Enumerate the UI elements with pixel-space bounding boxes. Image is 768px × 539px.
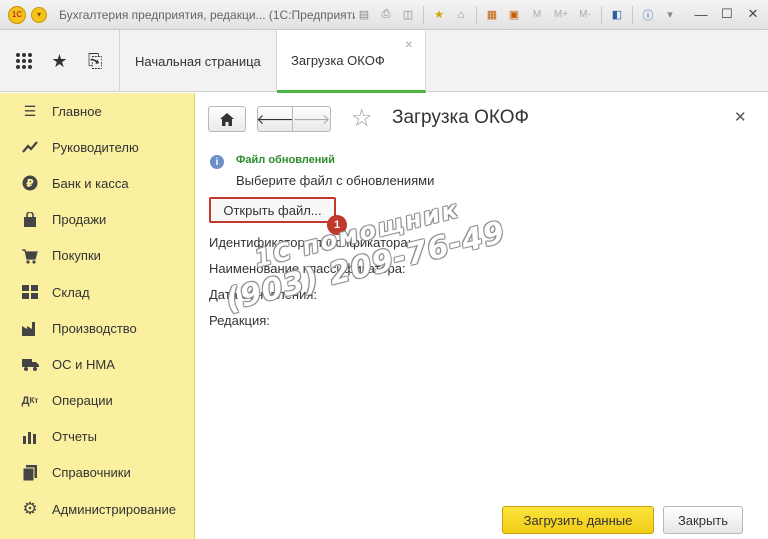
sidebar-item-label: Продажи bbox=[52, 212, 107, 228]
info-icon: i bbox=[210, 155, 224, 169]
apps-grid-icon[interactable] bbox=[11, 48, 37, 74]
tab-bar: ★ ⎘ Начальная страница Загрузка ОКОФ ✕ bbox=[0, 30, 768, 93]
memory-minus-button[interactable]: M- bbox=[575, 6, 595, 24]
print-icon[interactable]: ⎙ bbox=[377, 6, 395, 24]
svg-text:₽: ₽ bbox=[26, 177, 34, 190]
truck-icon bbox=[20, 354, 40, 374]
history-icon[interactable]: ⎘ bbox=[82, 48, 108, 74]
toolbar-separator bbox=[601, 5, 602, 24]
memory-plus-button[interactable]: M+ bbox=[551, 6, 571, 24]
sidebar-item-label: Склад bbox=[52, 284, 90, 300]
sidebar-item-purchases[interactable]: Покупки bbox=[0, 238, 194, 274]
toolbar-separator bbox=[476, 5, 477, 24]
arrow-left-icon: 🡐 bbox=[256, 110, 294, 127]
home-button[interactable] bbox=[208, 106, 246, 132]
back-button[interactable]: 🡐 bbox=[256, 106, 294, 132]
menu-lines-icon: ☰ bbox=[23, 102, 37, 119]
minimize-button[interactable]: — bbox=[692, 5, 710, 23]
sidebar-item-label: Руководителю bbox=[52, 139, 139, 155]
panels-icon[interactable]: ◧ bbox=[608, 6, 626, 24]
tab-home[interactable]: Начальная страница bbox=[121, 30, 277, 92]
sidebar-item-references[interactable]: Справочники bbox=[0, 455, 194, 491]
sidebar-item-label: Банк и касса bbox=[52, 175, 129, 191]
window-close-button[interactable]: ✕ bbox=[744, 5, 762, 23]
cart-icon bbox=[20, 246, 40, 266]
sidebar-item-manager[interactable]: Руководителю bbox=[0, 129, 194, 165]
forward-button[interactable]: 🡒 bbox=[292, 106, 331, 132]
window-title: Бухгалтерия предприятия, редакци... (1С:… bbox=[59, 7, 355, 22]
form-close-icon[interactable]: ✕ bbox=[734, 108, 747, 126]
factory-icon bbox=[20, 318, 40, 338]
calculator-icon[interactable]: ▦ bbox=[483, 6, 501, 24]
sidebar-item-label: Отчеты bbox=[52, 429, 97, 445]
books-icon bbox=[20, 463, 40, 483]
info-title: Файл обновлений bbox=[236, 154, 335, 166]
sidebar-item-warehouse[interactable]: Склад bbox=[0, 274, 194, 310]
form-area: 🡐 🡒 ☆ Загрузка ОКОФ ✕ i Файл обновлений … bbox=[196, 93, 768, 539]
sidebar-item-label: Операции bbox=[52, 393, 113, 409]
home-icon bbox=[220, 112, 234, 126]
title-bar: 1С ▾ Бухгалтерия предприятия, редакци...… bbox=[0, 0, 768, 30]
sidebar-item-label: Производство bbox=[52, 320, 137, 336]
sidebar-item-sales[interactable]: Продажи bbox=[0, 202, 194, 238]
operations-icon: Д Кт bbox=[21, 394, 39, 407]
sidebar-item-label: Покупки bbox=[52, 248, 101, 264]
sidebar-item-label: Администрирование bbox=[52, 501, 176, 517]
close-icon[interactable]: ✕ bbox=[405, 40, 413, 51]
sidebar-item-reports[interactable]: Отчеты bbox=[0, 419, 194, 455]
sidebar-item-main[interactable]: ☰ Главное bbox=[0, 93, 194, 129]
tab-label: Загрузка ОКОФ bbox=[291, 52, 385, 68]
favorites-add-icon[interactable]: ★ bbox=[430, 6, 448, 24]
sidebar: ☰ Главное Руководителю ₽ Банк и касса Пр… bbox=[0, 93, 195, 539]
app-logo: 1С bbox=[8, 5, 26, 24]
favorite-star-icon[interactable]: ☆ bbox=[351, 106, 373, 132]
memory-button[interactable]: M bbox=[527, 6, 547, 24]
arrow-right-icon: 🡒 bbox=[292, 110, 331, 127]
info-icon[interactable]: ⓘ bbox=[639, 6, 657, 24]
bar-chart-icon bbox=[20, 427, 40, 447]
load-data-button[interactable]: Загрузить данные bbox=[502, 506, 654, 534]
sidebar-item-production[interactable]: Производство bbox=[0, 310, 194, 346]
toolbar-separator bbox=[632, 5, 633, 24]
sidebar-item-administration[interactable]: ⚙ Администрирование bbox=[0, 491, 194, 527]
sidebar-item-fixed-assets[interactable]: ОС и НМА bbox=[0, 346, 194, 382]
sidebar-item-label: ОС и НМА bbox=[52, 356, 115, 372]
tab-okof-load[interactable]: Загрузка ОКОФ ✕ bbox=[277, 30, 426, 93]
sidebar-item-bank[interactable]: ₽ Банк и касса bbox=[0, 165, 194, 201]
sidebar-item-label: Справочники bbox=[52, 465, 131, 481]
warehouse-icon bbox=[20, 282, 40, 302]
chevron-down-icon[interactable]: ▾ bbox=[661, 6, 679, 24]
sidebar-item-label: Главное bbox=[52, 103, 102, 119]
sidebar-item-operations[interactable]: Д Кт Операции bbox=[0, 383, 194, 419]
ruble-icon: ₽ bbox=[20, 173, 40, 193]
link-icon[interactable]: ⌂ bbox=[452, 6, 470, 24]
page-title: Загрузка ОКОФ bbox=[392, 107, 529, 128]
open-file-button[interactable]: Открыть файл... bbox=[209, 197, 336, 223]
calendar-icon[interactable]: ▣ bbox=[505, 6, 523, 24]
close-button[interactable]: Закрыть bbox=[663, 506, 743, 534]
preview-icon[interactable]: ◫ bbox=[399, 6, 417, 24]
info-text: Выберите файл с обновлениями bbox=[236, 173, 435, 188]
save-icon[interactable]: ▤ bbox=[355, 6, 373, 24]
favorites-star-icon[interactable]: ★ bbox=[46, 48, 72, 74]
toolbar-separator bbox=[423, 5, 424, 24]
main-menu-button[interactable]: ▾ bbox=[31, 6, 47, 23]
maximize-button[interactable]: ☐ bbox=[718, 5, 736, 23]
shopping-bag-icon bbox=[20, 210, 40, 230]
gear-icon: ⚙ bbox=[22, 499, 38, 519]
tab-tools: ★ ⎘ bbox=[0, 30, 120, 92]
trend-icon bbox=[20, 137, 40, 157]
